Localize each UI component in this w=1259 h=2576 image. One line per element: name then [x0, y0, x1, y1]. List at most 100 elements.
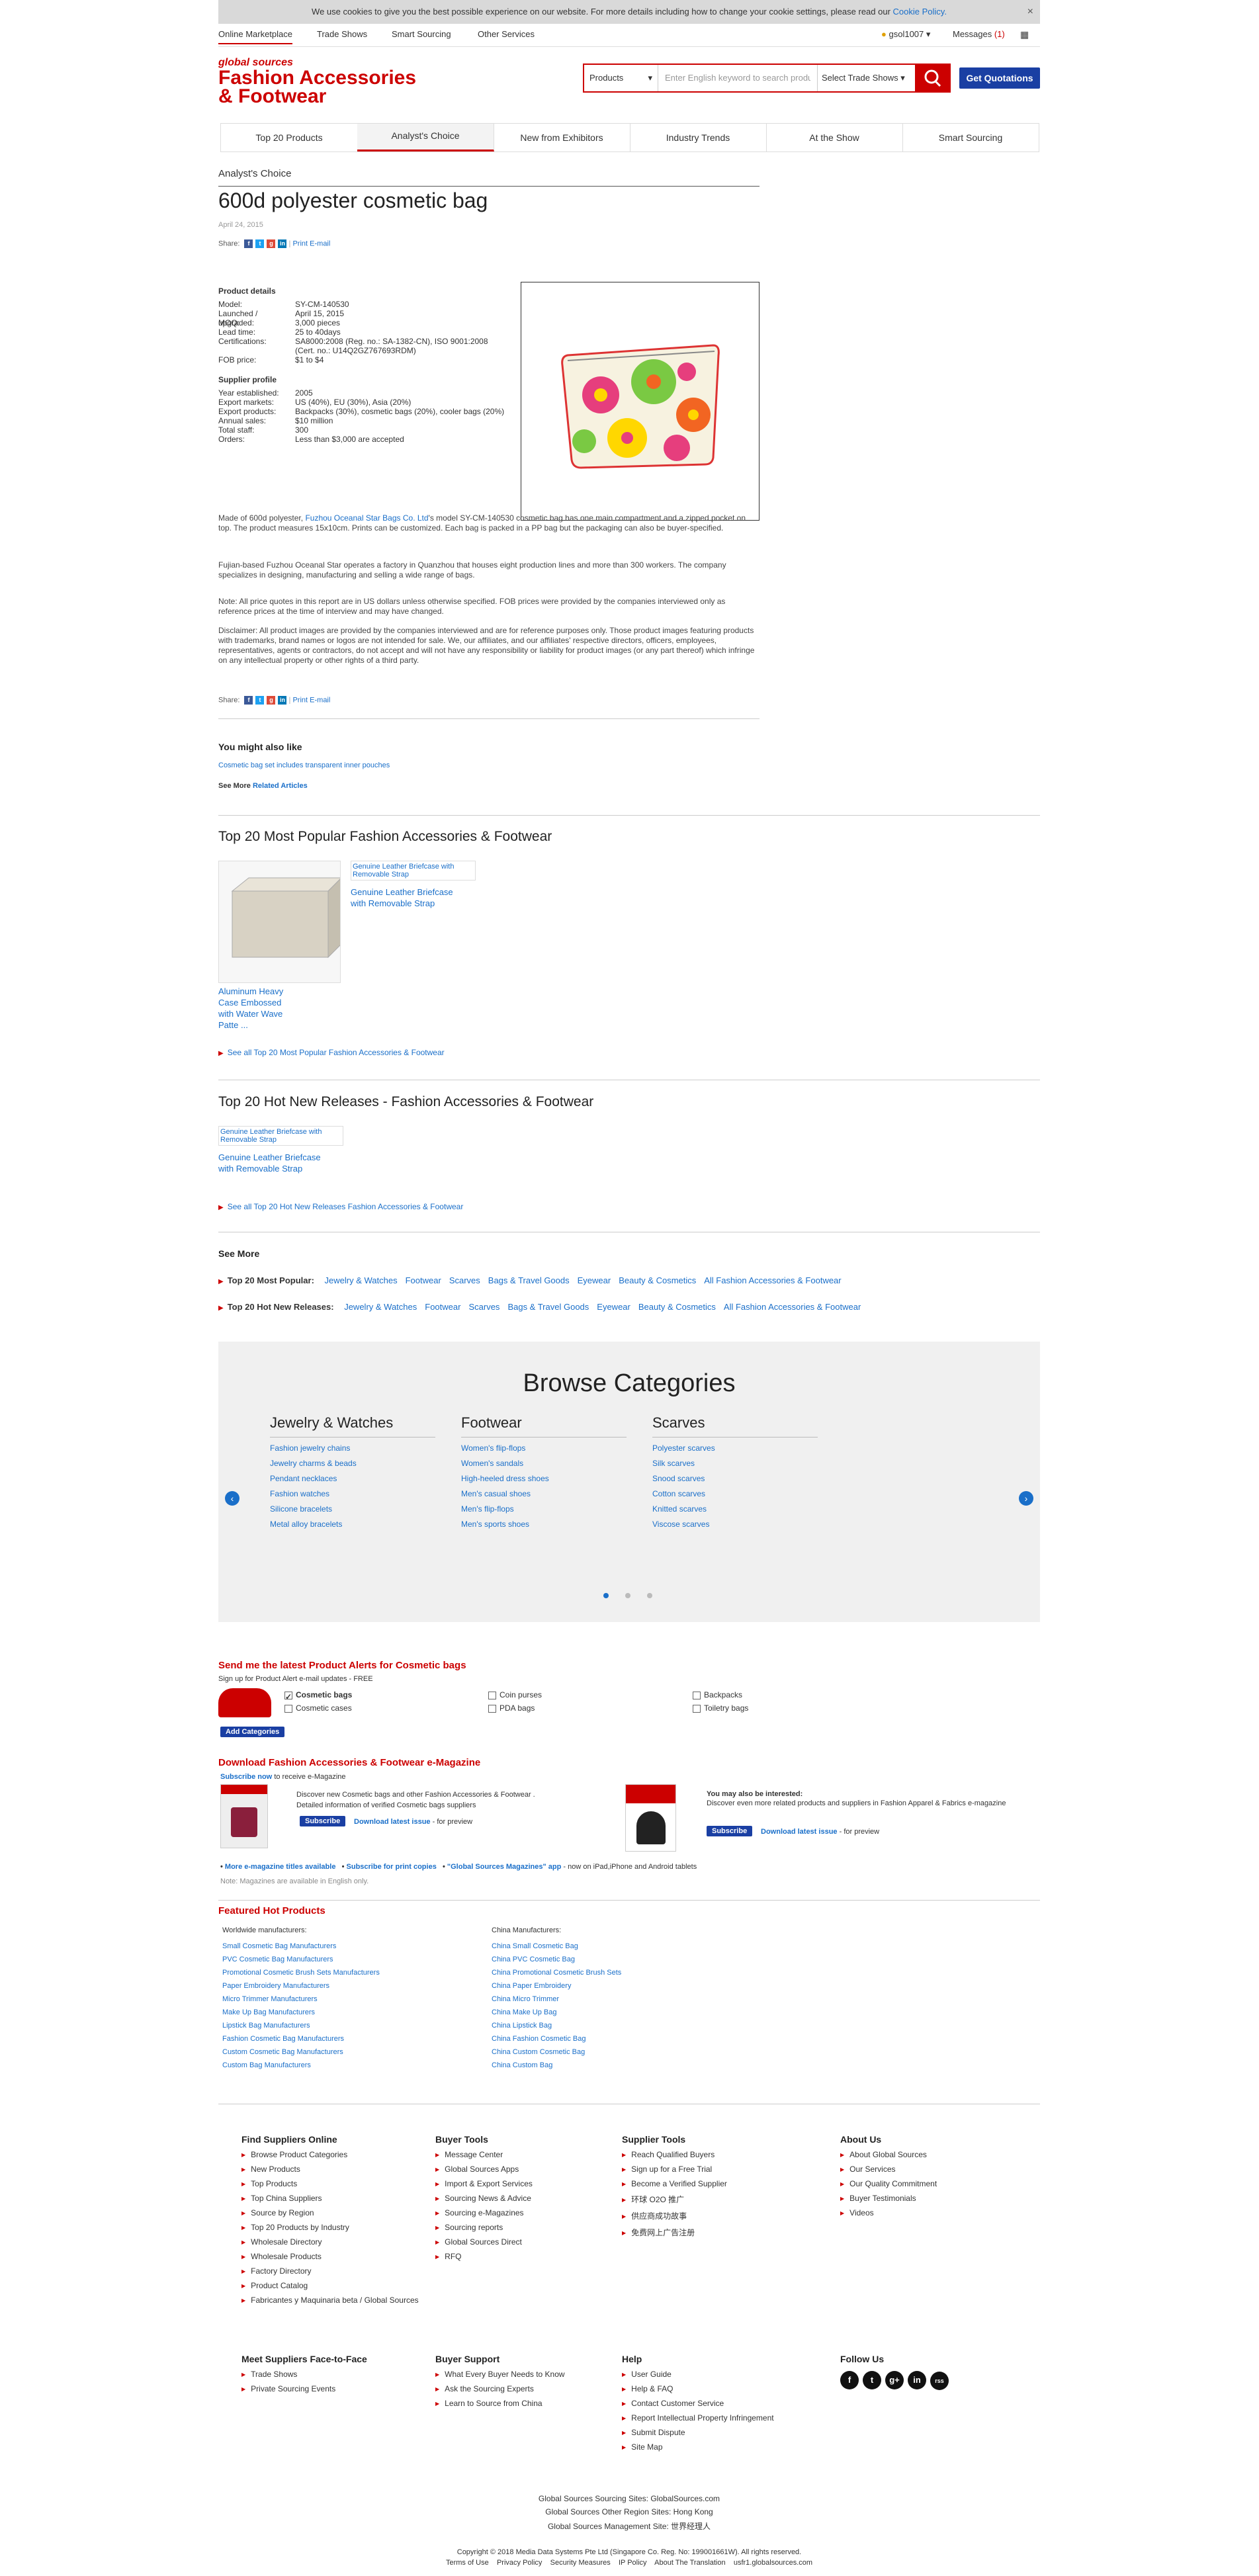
subscribe-now-link[interactable]: Subscribe now: [220, 1773, 272, 1781]
category-link[interactable]: Knitted scarves: [652, 1504, 707, 1514]
trade-shows-select[interactable]: Select Trade Shows ▾: [817, 65, 915, 91]
category-link[interactable]: Men's flip-flops: [461, 1504, 514, 1514]
see-more-link[interactable]: Jewelry & Watches: [325, 1275, 398, 1285]
tab-smart-sourcing[interactable]: Smart Sourcing: [902, 124, 1039, 151]
topnav-online-marketplace[interactable]: Online Marketplace: [218, 29, 292, 44]
checkbox[interactable]: [284, 1704, 292, 1713]
category-link[interactable]: Metal alloy bracelets: [270, 1520, 342, 1529]
footer-link[interactable]: Top 20 Products by Industry: [241, 2223, 419, 2232]
see-more-link[interactable]: Eyewear: [597, 1302, 630, 1312]
product-link-briefcase-new[interactable]: Genuine Leather Briefcase with Removable…: [218, 1152, 337, 1174]
footer-link[interactable]: Sourcing e-Magazines: [435, 2208, 533, 2217]
featured-link[interactable]: China Custom Cosmetic Bag: [492, 2048, 585, 2056]
twitter-icon[interactable]: t: [255, 239, 265, 248]
footer-link[interactable]: Sign up for a Free Trial: [622, 2165, 727, 2174]
print-link[interactable]: Print: [292, 239, 308, 247]
footer-link[interactable]: Factory Directory: [241, 2266, 419, 2276]
featured-link[interactable]: Make Up Bag Manufacturers: [222, 2008, 315, 2016]
user-menu[interactable]: ● gsol1007 ▾: [881, 29, 930, 40]
featured-link[interactable]: China Fashion Cosmetic Bag: [492, 2035, 586, 2043]
carousel-next-button[interactable]: ›: [1019, 1491, 1033, 1506]
featured-link[interactable]: China Lipstick Bag: [492, 2022, 552, 2030]
product-thumb-briefcase-new[interactable]: Genuine Leather Briefcase with Removable…: [218, 1126, 343, 1146]
category-link[interactable]: Polyester scarves: [652, 1443, 715, 1453]
magazines-app-link[interactable]: "Global Sources Magazines" app: [447, 1863, 561, 1871]
product-image[interactable]: [521, 282, 760, 521]
see-more-link[interactable]: All Fashion Accessories & Footwear: [704, 1275, 841, 1285]
footer-link[interactable]: Trade Shows: [241, 2370, 367, 2379]
category-link[interactable]: Women's flip-flops: [461, 1443, 525, 1453]
carousel-dot-3[interactable]: [647, 1593, 652, 1598]
google-plus-icon[interactable]: g: [267, 239, 276, 248]
search-input[interactable]: Enter English keyword to search products: [658, 65, 810, 91]
google-plus-icon[interactable]: g+: [885, 2371, 904, 2389]
sites-management[interactable]: Global Sources Management Site: 世界经理人: [218, 2520, 1040, 2532]
featured-link[interactable]: China Custom Bag: [492, 2061, 552, 2069]
email-link[interactable]: E-mail: [310, 696, 330, 704]
close-icon[interactable]: ×: [1027, 0, 1033, 24]
see-all-popular[interactable]: ▶ See all Top 20 Most Popular Fashion Acc…: [218, 1048, 445, 1057]
footer-link[interactable]: Browse Product Categories: [241, 2150, 419, 2159]
category-heading[interactable]: Jewelry & Watches: [270, 1414, 435, 1438]
category-link[interactable]: Fashion watches: [270, 1489, 329, 1498]
twitter-icon[interactable]: t: [255, 696, 265, 705]
category-link[interactable]: Silicone bracelets: [270, 1504, 332, 1514]
print-link[interactable]: Print: [292, 696, 308, 704]
category-heading[interactable]: Scarves: [652, 1414, 818, 1438]
tab-at-the-show[interactable]: At the Show: [766, 124, 903, 151]
download-latest-link[interactable]: Download latest issue: [354, 1818, 431, 1826]
subscribe-button-apparel[interactable]: Subscribe: [707, 1826, 753, 1836]
related-articles-link[interactable]: Related Articles: [253, 782, 308, 790]
featured-link[interactable]: China Micro Trimmer: [492, 1995, 559, 2003]
legal-links[interactable]: Terms of Use Privacy Policy Security Mea…: [218, 2559, 1040, 2567]
category-link[interactable]: Fashion jewelry chains: [270, 1443, 350, 1453]
carousel-dot-2[interactable]: [625, 1593, 630, 1598]
linkedin-icon[interactable]: in: [278, 696, 287, 705]
search-button[interactable]: [915, 64, 951, 93]
see-more-link[interactable]: All Fashion Accessories & Footwear: [724, 1302, 861, 1312]
sites-sourcing[interactable]: Global Sources Sourcing Sites: GlobalSou…: [218, 2494, 1040, 2503]
see-more-link[interactable]: Scarves: [449, 1275, 480, 1285]
topnav-trade-shows[interactable]: Trade Shows: [317, 29, 367, 39]
topnav-other-services[interactable]: Other Services: [478, 29, 535, 39]
featured-link[interactable]: China Promotional Cosmetic Brush Sets: [492, 1969, 621, 1977]
footer-link[interactable]: New Products: [241, 2165, 419, 2174]
footer-link[interactable]: Top Products: [241, 2179, 419, 2188]
category-link[interactable]: Cotton scarves: [652, 1489, 705, 1498]
see-more-link[interactable]: Scarves: [468, 1302, 499, 1312]
subscribe-button[interactable]: Subscribe: [300, 1816, 346, 1826]
see-more-link[interactable]: Beauty & Cosmetics: [619, 1275, 696, 1285]
search-type-select[interactable]: Products ▾: [584, 65, 658, 91]
featured-link[interactable]: Small Cosmetic Bag Manufacturers: [222, 1942, 336, 1950]
google-plus-icon[interactable]: g: [267, 696, 276, 705]
alert-option-coin-purses[interactable]: Coin purses: [488, 1690, 542, 1699]
see-more-link[interactable]: Eyewear: [578, 1275, 611, 1285]
category-link[interactable]: Men's sports shoes: [461, 1520, 529, 1529]
footer-link[interactable]: Submit Dispute: [622, 2428, 774, 2437]
facebook-icon[interactable]: f: [244, 239, 253, 248]
footer-link[interactable]: Top China Suppliers: [241, 2194, 419, 2203]
product-thumb-briefcase[interactable]: Genuine Leather Briefcase with Removable…: [351, 861, 476, 880]
also-like-link[interactable]: Cosmetic bag set includes transparent in…: [218, 761, 390, 769]
carousel-prev-button[interactable]: ‹: [225, 1491, 239, 1506]
rss-icon[interactable]: rss: [930, 2372, 949, 2390]
footer-link[interactable]: User Guide: [622, 2370, 774, 2379]
see-more-link[interactable]: Bags & Travel Goods: [488, 1275, 570, 1285]
see-more-link[interactable]: Footwear: [406, 1275, 441, 1285]
alert-option-cosmetic-cases[interactable]: Cosmetic cases: [284, 1703, 352, 1713]
category-link[interactable]: Men's casual shoes: [461, 1489, 531, 1498]
category-link[interactable]: Snood scarves: [652, 1474, 705, 1483]
product-thumb-aluminum[interactable]: [218, 861, 343, 983]
featured-link[interactable]: Fashion Cosmetic Bag Manufacturers: [222, 2035, 344, 2043]
footer-link[interactable]: 环球 O2O 推广: [622, 2194, 727, 2205]
footer-link[interactable]: Message Center: [435, 2150, 533, 2159]
cookie-policy-link[interactable]: Cookie Policy.: [893, 7, 947, 17]
category-link[interactable]: Viscose scarves: [652, 1520, 709, 1529]
see-more-link[interactable]: Footwear: [425, 1302, 460, 1312]
category-heading[interactable]: Footwear: [461, 1414, 627, 1438]
footer-link[interactable]: Our Quality Commitment: [840, 2179, 937, 2188]
featured-link[interactable]: Paper Embroidery Manufacturers: [222, 1982, 329, 1990]
checkbox[interactable]: [693, 1704, 701, 1713]
footer-link[interactable]: What Every Buyer Needs to Know: [435, 2370, 564, 2379]
tab-analysts-choice[interactable]: Analyst's Choice: [357, 124, 494, 151]
